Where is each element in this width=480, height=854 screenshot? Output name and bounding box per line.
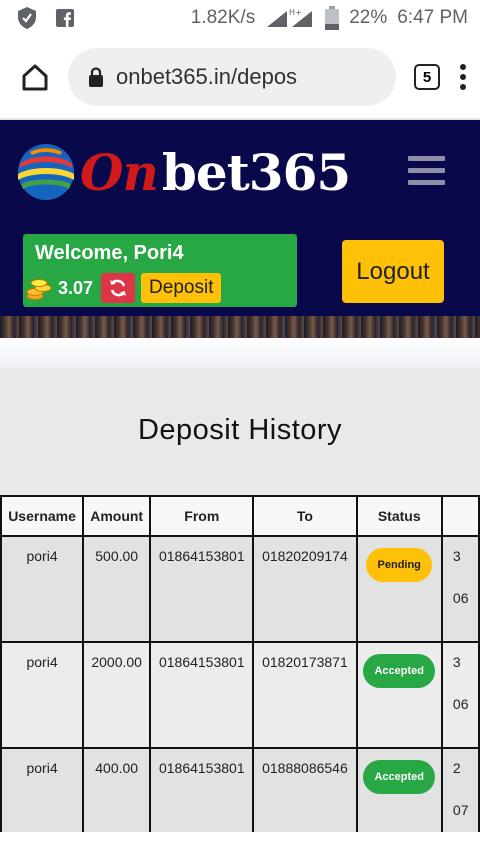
- logo-text-bet365: bet365: [161, 142, 351, 202]
- account-panel: Welcome, Pori4 3.07 Deposit: [23, 234, 297, 307]
- network-speed: 1.82K/s: [190, 7, 256, 28]
- cell-extra: 3 06: [440, 535, 480, 643]
- site-header: On bet365 Welcome, Pori4 3.07 Deposit Lo…: [0, 120, 480, 338]
- battery-percent: 22%: [349, 7, 388, 28]
- table-row: pori4 400.00 01864153801 01888086546 Acc…: [0, 747, 480, 832]
- svg-text:H+: H+: [289, 8, 302, 17]
- status-badge: Pending: [366, 548, 433, 582]
- welcome-text: Welcome, Pori4: [35, 242, 184, 264]
- refresh-icon: [110, 279, 127, 297]
- cell-extra: 3 06: [440, 641, 480, 749]
- cell-status: Accepted: [355, 747, 443, 832]
- signal-icon: H+: [267, 8, 313, 27]
- table-row: pori4 2000.00 01864153801 01820173871 Ac…: [0, 641, 480, 749]
- url-bar[interactable]: onbet365.in/depos: [68, 48, 396, 106]
- lock-icon: [89, 67, 103, 87]
- cell-amount: 400.00: [82, 747, 152, 832]
- cell-extra-line2: 06: [452, 590, 469, 606]
- header-banner-image: [0, 316, 480, 338]
- section-divider: [0, 338, 480, 368]
- cell-to: 01888086546: [252, 747, 358, 832]
- more-menu-icon[interactable]: [458, 62, 468, 92]
- cell-status: Pending: [355, 535, 443, 643]
- column-header-from: From: [149, 495, 255, 537]
- cell-to: 01820173871: [252, 641, 358, 749]
- shield-icon: [18, 7, 36, 29]
- cell-extra-line2: 06: [452, 696, 469, 712]
- browser-toolbar: onbet365.in/depos 5: [0, 36, 480, 120]
- cell-from: 01864153801: [149, 747, 255, 832]
- column-header-status: Status: [355, 495, 443, 537]
- table-header-row: Username Amount From To Status: [0, 495, 480, 537]
- cell-from: 01864153801: [149, 535, 255, 643]
- site-logo[interactable]: On bet365: [16, 142, 351, 202]
- cell-username: pori4: [0, 535, 85, 643]
- status-badge: Accepted: [363, 654, 436, 688]
- cell-status: Accepted: [355, 641, 443, 749]
- column-header-to: To: [252, 495, 358, 537]
- cell-extra-line1: 2: [452, 760, 461, 776]
- logo-text-on: On: [80, 142, 159, 202]
- battery-icon: [325, 6, 340, 30]
- coins-icon: [26, 279, 52, 300]
- cell-extra: 2 07: [440, 747, 480, 832]
- deposit-button[interactable]: Deposit: [141, 273, 222, 303]
- cell-from: 01864153801: [149, 641, 255, 749]
- home-icon[interactable]: [20, 62, 50, 92]
- cell-amount: 2000.00: [82, 641, 152, 749]
- deposit-history-section: Deposit History Username Amount From To …: [0, 368, 480, 832]
- cell-extra-line1: 3: [452, 654, 461, 670]
- menu-icon[interactable]: [408, 156, 445, 192]
- url-text: onbet365.in/depos: [116, 64, 298, 89]
- column-header-extra: [440, 495, 480, 537]
- column-header-amount: Amount: [82, 495, 152, 537]
- deposit-history-table: Username Amount From To Status pori4 500…: [0, 495, 480, 832]
- logout-button[interactable]: Logout: [342, 240, 444, 303]
- column-header-username: Username: [0, 495, 85, 537]
- table-row: pori4 500.00 01864153801 01820209174 Pen…: [0, 535, 480, 643]
- page-title: Deposit History: [137, 414, 343, 446]
- cell-amount: 500.00: [82, 535, 152, 643]
- cell-username: pori4: [0, 641, 85, 749]
- cell-extra-line1: 3: [452, 548, 461, 564]
- clock: 6:47 PM: [397, 7, 468, 28]
- balance-value: 3.07: [58, 277, 94, 298]
- facebook-icon: [56, 9, 74, 27]
- cell-username: pori4: [0, 747, 85, 832]
- cell-to: 01820209174: [252, 535, 358, 643]
- refresh-balance-button[interactable]: [101, 273, 136, 303]
- status-badge: Accepted: [363, 760, 436, 794]
- globe-logo-icon: [18, 144, 74, 200]
- cell-extra-line2: 07: [452, 802, 469, 818]
- status-bar: 1.82K/s H+ 22% 6:47 PM: [0, 0, 480, 36]
- tab-switcher-button[interactable]: 5: [414, 64, 440, 90]
